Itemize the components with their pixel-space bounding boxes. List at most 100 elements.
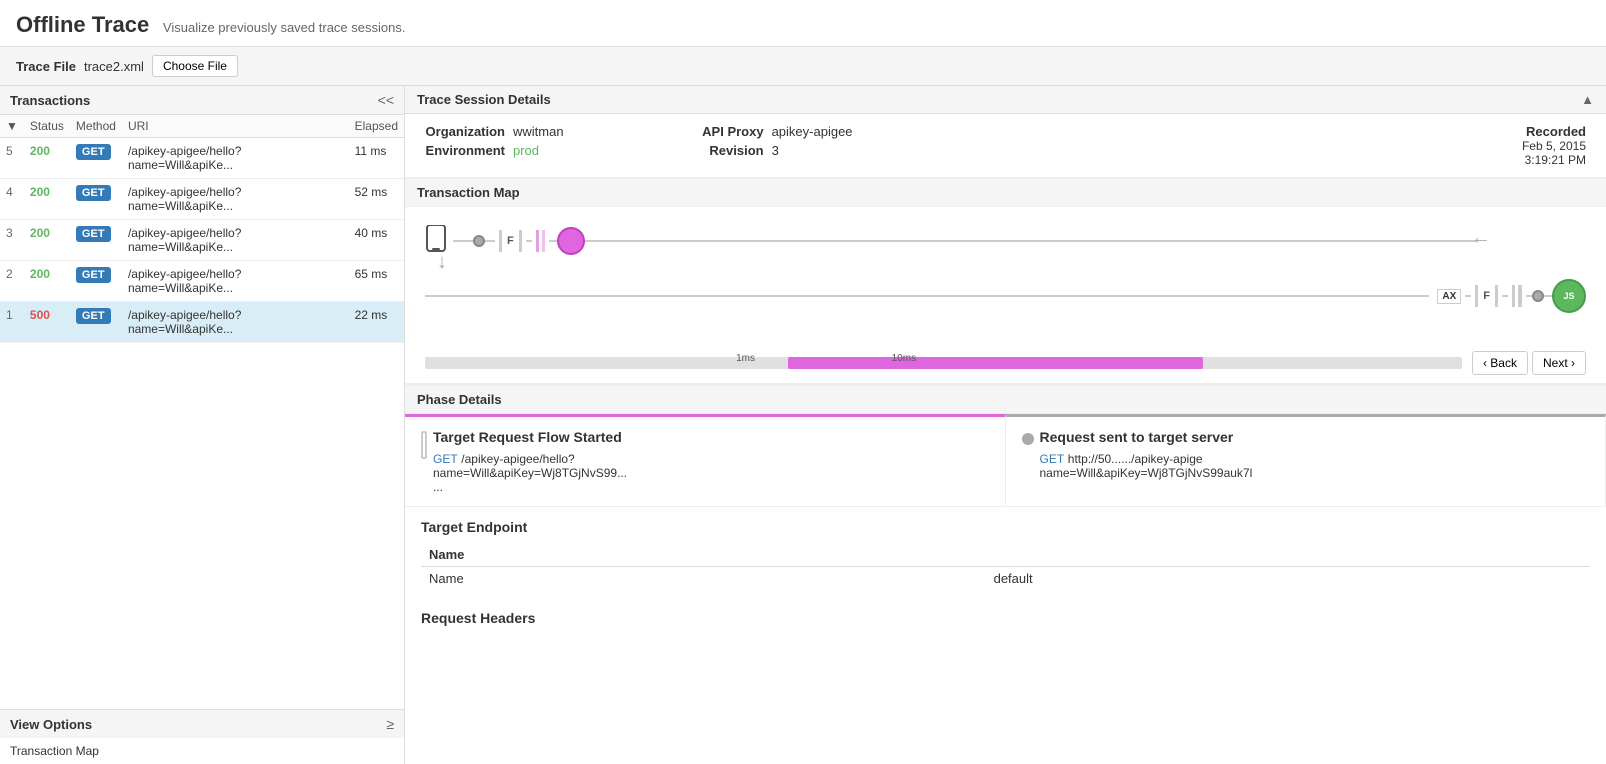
tx-uri: /apikey-apigee/hello?name=Will&apiKe...: [122, 179, 349, 220]
org-value: wwitman: [513, 124, 564, 139]
col-method: Method: [70, 115, 122, 138]
table-row[interactable]: 1 500 GET /apikey-apigee/hello?name=Will…: [0, 302, 404, 343]
timeline-area: 1ms 10ms ‹ Back Next ›: [405, 347, 1606, 384]
recorded-label: Recorded: [1522, 124, 1586, 139]
phase-section: Phase Details Target Request Flow Starte…: [405, 384, 1606, 507]
tx-elapsed: 11 ms: [349, 138, 404, 179]
revision-label: Revision: [684, 143, 764, 158]
target-name-value: default: [986, 567, 1590, 591]
target-name-col-header: Name: [421, 543, 986, 567]
trace-file-name: trace2.xml: [84, 59, 144, 74]
tx-method: GET: [70, 220, 122, 261]
col-status: Status: [24, 115, 70, 138]
tx-status: 200: [24, 261, 70, 302]
tx-status: 200: [24, 220, 70, 261]
table-row[interactable]: 5 200 GET /apikey-apigee/hello?name=Will…: [0, 138, 404, 179]
phase-details-content: Target Request Flow Started GET /apikey-…: [405, 414, 1606, 507]
flow-node-ax: AX: [1437, 289, 1461, 304]
tx-num: 5: [0, 138, 24, 179]
flow-arrow-down-right: ↓: [1470, 236, 1493, 246]
tx-method: GET: [70, 302, 122, 343]
target-name-label: Name: [421, 567, 986, 591]
tx-elapsed: 40 ms: [349, 220, 404, 261]
flow-node-f4: [1512, 285, 1522, 307]
trace-session-title: Trace Session Details: [417, 92, 551, 107]
col-uri: URI: [122, 115, 349, 138]
page-header: Offline Trace Visualize previously saved…: [0, 0, 1606, 47]
right-panel: Trace Session Details ▲ Organization wwi…: [405, 86, 1606, 764]
phase-card-2-get: GET http://50....../apikey-apige: [1040, 451, 1253, 466]
collapse-transactions-button[interactable]: <<: [378, 92, 394, 108]
env-label: Environment: [425, 143, 505, 158]
phase-details-header: Phase Details: [405, 385, 1606, 414]
proxy-revision-group: API Proxy apikey-apigee Revision 3: [684, 124, 853, 167]
tx-num: 3: [0, 220, 24, 261]
trace-file-label: Trace File: [16, 59, 76, 74]
main-layout: Transactions << ▼ Status Method URI Elap…: [0, 86, 1606, 764]
flow-arrow-left-down: ↓: [437, 251, 447, 274]
proxy-label: API Proxy: [684, 124, 764, 139]
flow-diagram: F ↓: [425, 217, 1586, 337]
trace-session-collapse-icon[interactable]: ▲: [1581, 92, 1594, 107]
org-row: Organization wwitman: [425, 124, 564, 139]
target-endpoint-section: Target Endpoint Name Name default: [405, 507, 1606, 602]
tx-num: 1: [0, 302, 24, 343]
trace-file-bar: Trace File trace2.xml Choose File: [0, 47, 1606, 86]
choose-file-button[interactable]: Choose File: [152, 55, 238, 77]
flow-top-row: F ↓: [425, 225, 1486, 256]
phase-card-1-params: name=Will&apiKey=Wj8TGjNvS99...: [433, 466, 627, 480]
view-options-content: Transaction Map: [0, 738, 404, 764]
table-row[interactable]: 2 200 GET /apikey-apigee/hello?name=Will…: [0, 261, 404, 302]
transactions-header: Transactions <<: [0, 86, 404, 115]
left-panel: Transactions << ▼ Status Method URI Elap…: [0, 86, 405, 764]
target-table-header: Name: [421, 543, 1590, 567]
session-details: Organization wwitman Environment prod AP…: [405, 114, 1606, 178]
phase-card-2: Request sent to target server GET http:/…: [1006, 414, 1606, 506]
phase-card-2-icon: [1022, 433, 1034, 445]
next-button[interactable]: Next ›: [1532, 351, 1586, 375]
org-env-group: Organization wwitman Environment prod: [425, 124, 564, 167]
flow-node-pink-circle: [557, 227, 585, 255]
page-subtitle: Visualize previously saved trace session…: [163, 20, 406, 35]
flow-node-nodejs: JS: [1552, 279, 1586, 313]
env-row: Environment prod: [425, 143, 564, 158]
page-title: Offline Trace: [16, 12, 149, 37]
col-elapsed: Elapsed: [349, 115, 404, 138]
table-row[interactable]: 4 200 GET /apikey-apigee/hello?name=Will…: [0, 179, 404, 220]
view-options-expand-button[interactable]: ≥: [386, 716, 394, 732]
timeline-pink-bar: [788, 357, 1203, 369]
transactions-title: Transactions: [10, 93, 90, 108]
revision-row: Revision 3: [684, 143, 853, 158]
recorded-date: Feb 5, 2015: [1522, 139, 1586, 153]
flow-node-f3: F: [1475, 285, 1498, 307]
target-table-row: Name default: [421, 567, 1590, 591]
trace-session-header: Trace Session Details ▲: [405, 86, 1606, 114]
col-sort: ▼: [0, 115, 24, 138]
tx-uri: /apikey-apigee/hello?name=Will&apiKe...: [122, 302, 349, 343]
phase-card-1-icon: [421, 431, 427, 459]
timeline-bar: 1ms 10ms: [425, 353, 1462, 373]
env-value: prod: [513, 143, 539, 158]
timeline-label-1ms: 1ms: [736, 353, 755, 364]
view-options-item: Transaction Map: [10, 744, 99, 758]
tx-elapsed: 52 ms: [349, 179, 404, 220]
tx-num: 2: [0, 261, 24, 302]
proxy-value: apikey-apigee: [772, 124, 853, 139]
phase-card-1: Target Request Flow Started GET /apikey-…: [405, 414, 1006, 506]
tx-elapsed: 65 ms: [349, 261, 404, 302]
recorded-group: Recorded Feb 5, 2015 3:19:21 PM: [1522, 124, 1586, 167]
tx-uri: /apikey-apigee/hello?name=Will&apiKe...: [122, 261, 349, 302]
flow-line-1: [453, 240, 473, 242]
back-button[interactable]: ‹ Back: [1472, 351, 1528, 375]
recorded-time: 3:19:21 PM: [1522, 153, 1586, 167]
flow-node-f1: F: [499, 230, 522, 252]
flow-bottom-row: AX F: [425, 279, 1586, 313]
flow-node-dot-1: [473, 235, 485, 247]
phase-card-1-extra: ...: [433, 480, 627, 494]
target-endpoint-title: Target Endpoint: [421, 519, 1590, 535]
tx-status: 200: [24, 179, 70, 220]
table-row[interactable]: 3 200 GET /apikey-apigee/hello?name=Will…: [0, 220, 404, 261]
tx-status: 200: [24, 138, 70, 179]
phase-card-1-title: Target Request Flow Started: [433, 429, 627, 445]
tx-uri: /apikey-apigee/hello?name=Will&apiKe...: [122, 220, 349, 261]
